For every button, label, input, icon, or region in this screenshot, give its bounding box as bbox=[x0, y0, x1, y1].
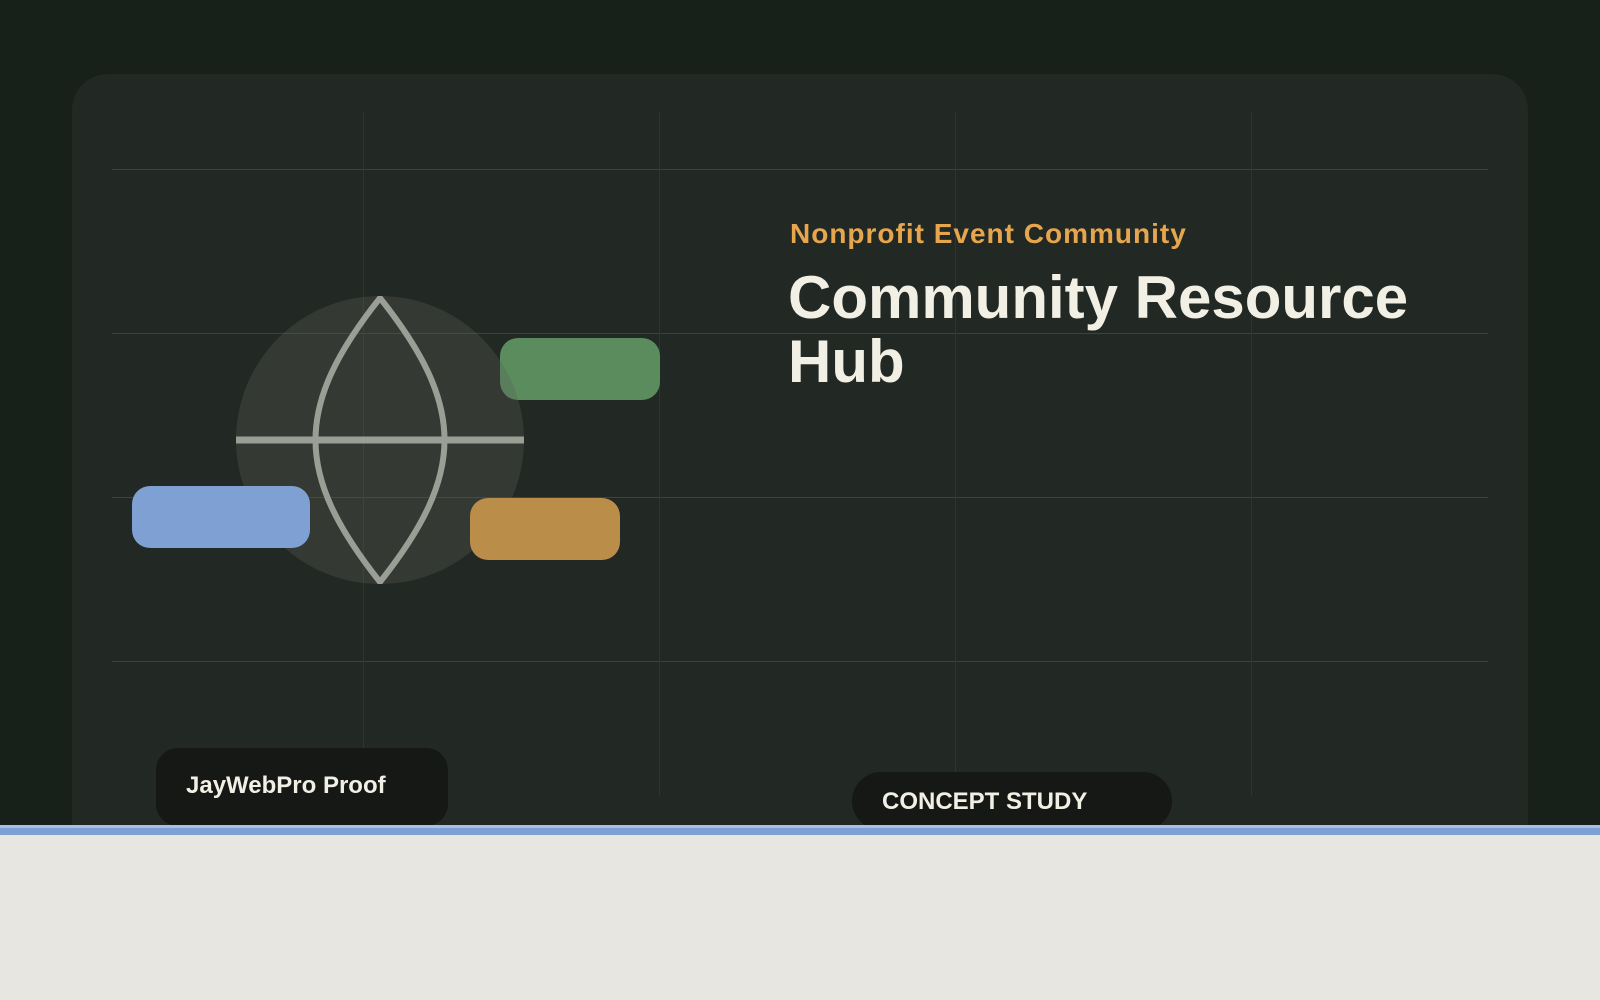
green-accent-block bbox=[500, 338, 660, 400]
hero-eyebrow: Nonprofit Event Community bbox=[790, 218, 1187, 249]
amber-accent-block bbox=[470, 498, 620, 560]
grid-line bbox=[659, 112, 660, 796]
grid-line bbox=[112, 169, 1488, 170]
concept-badge: CONCEPT STUDY bbox=[852, 772, 1172, 825]
accent-divider bbox=[0, 825, 1600, 835]
brand-badge: JayWebPro Proof bbox=[156, 748, 448, 825]
blue-accent-block bbox=[132, 486, 310, 548]
grid-line bbox=[955, 112, 956, 796]
hero-section: Nonprofit Event Community Community Reso… bbox=[0, 0, 1600, 825]
grid-line bbox=[1251, 112, 1252, 796]
grid-line bbox=[112, 661, 1488, 662]
page-title: Community Resource Hub bbox=[788, 264, 1409, 395]
